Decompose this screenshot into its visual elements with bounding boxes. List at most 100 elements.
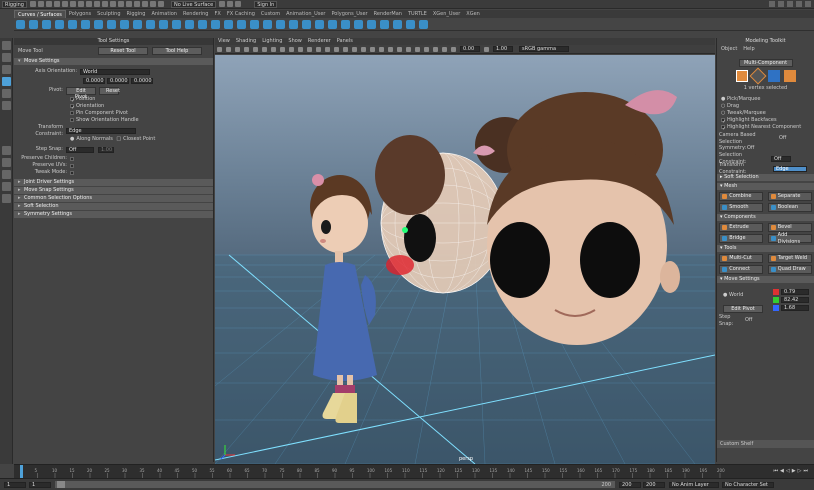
select-tool-icon[interactable] xyxy=(2,41,11,50)
insert-isoparm-icon[interactable] xyxy=(393,19,402,29)
shadows-icon[interactable] xyxy=(370,46,375,52)
redo-icon[interactable] xyxy=(61,1,68,7)
shelf-tab[interactable]: Polygons xyxy=(66,10,94,18)
gamma-field[interactable]: 1.00 xyxy=(493,46,513,52)
curve-tool-icon[interactable] xyxy=(16,19,25,29)
arc-tool-icon[interactable] xyxy=(55,19,64,29)
grid-icon[interactable] xyxy=(253,46,258,52)
undo-icon[interactable] xyxy=(53,1,60,7)
square-curve-icon[interactable] xyxy=(94,19,103,29)
mtk-menu-object[interactable]: Object xyxy=(721,46,737,52)
sign-in-selector[interactable]: Sign In xyxy=(254,0,278,8)
xyz-icon[interactable] xyxy=(235,1,242,7)
use-lights-icon[interactable] xyxy=(361,46,366,52)
mtk-menu-help[interactable]: Help xyxy=(743,46,754,52)
start-time-field[interactable]: 1 xyxy=(4,481,26,488)
custom-shelf-bar[interactable]: Custom Shelf xyxy=(717,440,814,448)
sculpt-surface-icon[interactable] xyxy=(406,19,415,29)
snap-view-icon[interactable] xyxy=(117,1,124,7)
mtk-edit-pivot-button[interactable]: Edit Pivot xyxy=(723,305,763,313)
select-camera-icon[interactable] xyxy=(217,46,222,52)
safe-title-icon[interactable] xyxy=(307,46,312,52)
orientation-checkbox[interactable]: ✓ xyxy=(70,103,75,111)
attribute-editor-toggle-icon[interactable] xyxy=(787,1,793,7)
live-surface-selector[interactable]: No Live Surface xyxy=(170,0,217,8)
hypershade-icon[interactable] xyxy=(157,1,164,7)
tool-help-button[interactable]: Tool Help xyxy=(152,47,202,55)
shelf-tab[interactable]: XGen_User xyxy=(430,10,463,18)
select-component-icon[interactable] xyxy=(85,1,92,7)
face-mode-icon[interactable] xyxy=(783,70,796,82)
show-orientation-handle-checkbox[interactable] xyxy=(70,117,74,122)
range-slider[interactable]: 200 xyxy=(55,481,615,488)
multi-component-button[interactable]: Multi-Component xyxy=(738,59,793,67)
reset-tool-button[interactable]: Reset Tool xyxy=(98,47,148,55)
sphere-nurbs-icon[interactable] xyxy=(120,19,129,29)
ambient-occlusion-icon[interactable] xyxy=(379,46,384,52)
snap-point-icon[interactable] xyxy=(109,1,116,7)
xray-joints-icon[interactable] xyxy=(433,46,438,52)
viewport-menu-view[interactable]: View xyxy=(218,38,230,45)
gamma-icon[interactable] xyxy=(484,46,489,52)
selection-constraint-dropdown[interactable]: Off xyxy=(771,155,791,162)
ep-curve-icon[interactable] xyxy=(29,19,38,29)
goto-start-icon[interactable]: ⏮ xyxy=(774,468,779,474)
multi-cut-button[interactable]: Multi-Cut xyxy=(719,254,764,263)
motion-blur-icon[interactable] xyxy=(388,46,393,52)
surface-fillet-icon[interactable] xyxy=(419,19,428,29)
extrude-button[interactable]: Extrude xyxy=(719,223,764,232)
pencil-curve-icon[interactable] xyxy=(42,19,51,29)
orientation-check-row[interactable]: ✓Orientation xyxy=(70,103,213,111)
viewport-menu-show[interactable]: Show xyxy=(288,38,302,45)
tool-settings-toggle-icon[interactable] xyxy=(796,1,802,7)
snap-curve-icon[interactable] xyxy=(101,1,108,7)
highlight-backfaces-checkbox[interactable]: ✓ xyxy=(721,117,726,125)
shelf-tab[interactable]: TURTLE xyxy=(405,10,430,18)
render-icon[interactable] xyxy=(133,1,140,7)
project-curve-icon[interactable] xyxy=(302,19,311,29)
shelf-tab[interactable]: RenderMan xyxy=(371,10,405,18)
highlight-nearest-option[interactable]: ✓Highlight Nearest Component xyxy=(721,124,814,132)
rebuild-surface-icon[interactable] xyxy=(380,19,389,29)
play-back-icon[interactable]: ◁ xyxy=(786,468,790,474)
lasso-tool-icon[interactable] xyxy=(2,53,11,62)
viewport-3d[interactable]: persp xyxy=(215,55,715,464)
quad-draw-button[interactable]: Quad Draw xyxy=(767,265,812,274)
playback-start-field[interactable]: 1 xyxy=(29,481,51,488)
viewport-menu-panels[interactable]: Panels xyxy=(337,38,353,45)
show-orientation-handle-row[interactable]: Show Orientation Handle xyxy=(70,117,213,124)
pin-component-pivot-checkbox[interactable] xyxy=(70,110,74,115)
cone-nurbs-icon[interactable] xyxy=(159,19,168,29)
move-tool-icon[interactable] xyxy=(2,77,11,86)
camera-icon[interactable] xyxy=(227,1,234,7)
wireframe-on-shaded-icon[interactable] xyxy=(343,46,348,52)
shelf-tab[interactable]: Custom xyxy=(258,10,283,18)
preserve-children-checkbox[interactable] xyxy=(70,156,74,161)
intersect-surface-icon[interactable] xyxy=(315,19,324,29)
z-field[interactable]: 1.68 xyxy=(781,304,809,311)
soft-selection-section[interactable]: ▸ Soft Selection xyxy=(14,203,213,210)
axis-x-field[interactable]: 0.0000 xyxy=(83,77,105,84)
step-forward-icon[interactable]: ▷ xyxy=(798,468,802,474)
save-scene-icon[interactable] xyxy=(45,1,52,7)
viewport-menu-shading[interactable]: Shading xyxy=(236,38,256,45)
move-snap-settings-section[interactable]: ▸ Move Snap Settings xyxy=(14,187,213,194)
smooth-shade-icon[interactable] xyxy=(325,46,330,52)
plane-nurbs-icon[interactable] xyxy=(172,19,181,29)
show-panel-icon[interactable] xyxy=(769,1,775,7)
shelf-tab[interactable]: XGen xyxy=(463,10,483,18)
reset-pivot-button[interactable]: Reset xyxy=(99,86,120,95)
outliner-layout-icon[interactable] xyxy=(2,194,11,203)
closest-point-checkbox[interactable]: □ xyxy=(116,136,121,143)
object-mode-icon[interactable] xyxy=(735,70,748,82)
connect-button[interactable]: Connect xyxy=(719,265,764,274)
target-weld-button[interactable]: Target Weld xyxy=(767,254,812,263)
shelf-tab[interactable]: Curves / Surfaces xyxy=(14,10,66,18)
edit-pivot-button[interactable]: Edit Pivot xyxy=(66,86,96,100)
loft-icon[interactable] xyxy=(211,19,220,29)
separate-button[interactable]: Separate xyxy=(767,192,812,201)
new-scene-icon[interactable] xyxy=(29,1,36,7)
x-field[interactable]: 0.79 xyxy=(781,288,809,295)
play-forward-icon[interactable]: ▶ xyxy=(792,468,796,474)
depth-of-field-icon[interactable] xyxy=(406,46,411,52)
